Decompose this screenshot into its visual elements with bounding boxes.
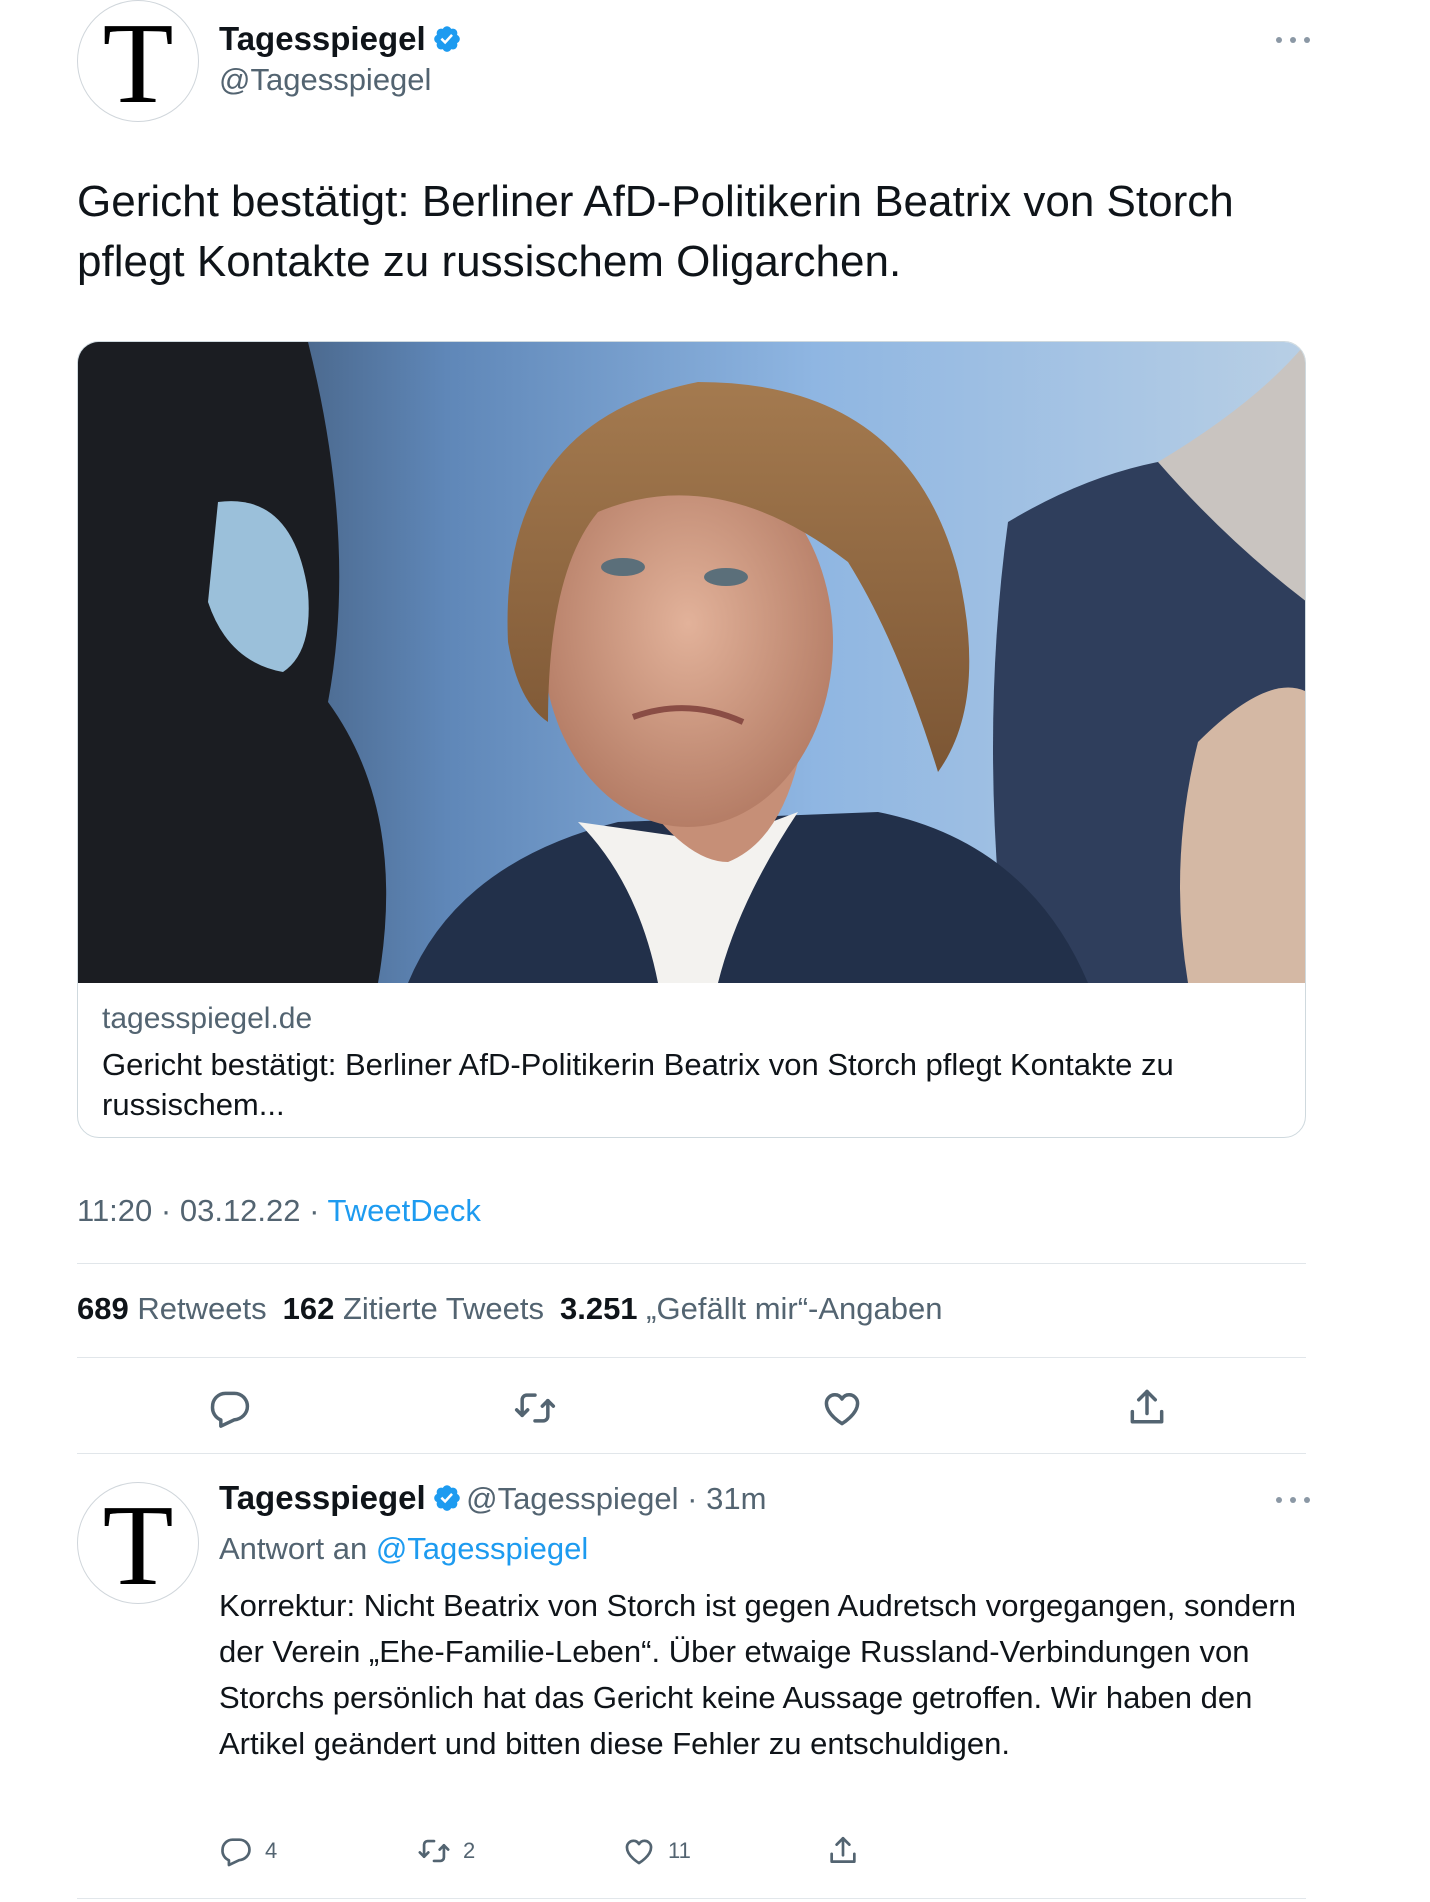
retweet-icon [418,1839,450,1863]
reply-icon [221,1838,251,1867]
retweet-count: 2 [463,1838,476,1863]
heart-icon [824,1393,860,1426]
retweets-count: 689 [77,1291,129,1326]
divider [77,1453,1306,1454]
share-button[interactable] [1125,1386,1169,1430]
tweet-meta: 11:20 · 03.12.22 · TweetDeck [77,1193,481,1229]
likes-label: „Gefällt mir“-Angaben [646,1291,943,1326]
reply-count: 4 [265,1838,278,1863]
like-count: 11 [668,1838,691,1863]
tweet-time[interactable]: 11:20 [77,1193,152,1228]
reply-mention[interactable]: @Tagesspiegel [376,1531,588,1566]
author-name[interactable]: Tagesspiegel [219,20,462,58]
display-name[interactable]: Tagesspiegel [219,1479,426,1516]
reply-header: Tagesspiegel @Tagesspiegel · 31m [219,1479,766,1517]
retweets-label: Retweets [137,1291,267,1326]
verified-badge-icon [433,26,460,52]
verified-badge-icon [433,1485,460,1511]
reply-context: Antwort an @Tagesspiegel [219,1531,588,1567]
avatar[interactable]: T [77,0,199,122]
retweets-stat[interactable]: 689 Retweets [77,1291,267,1326]
reply-prefix: Antwort an [219,1531,368,1566]
quotes-stat[interactable]: 162 Zitierte Tweets [283,1291,544,1326]
reply-text: Korrektur: Nicht Beatrix von Storch ist … [219,1588,1296,1761]
tweet-text: Gericht bestätigt: Berliner AfD-Politike… [77,177,1234,286]
retweet-button[interactable]: 2 [417,1833,475,1869]
divider [77,1898,1306,1899]
author-handle[interactable]: @Tagesspiegel [219,62,431,98]
reply-button[interactable] [208,1386,252,1430]
separator-dot: · [678,1481,707,1516]
likes-stat[interactable]: 3.251 „Gefällt mir“-Angaben [560,1291,943,1326]
avatar-letter: T [102,1482,174,1604]
share-button[interactable] [826,1833,872,1869]
reply-icon [210,1391,250,1428]
avatar-letter: T [102,0,174,122]
display-name[interactable]: Tagesspiegel [219,20,426,57]
separator-dot: · [300,1193,328,1228]
card-domain: tagesspiegel.de [102,1002,313,1035]
share-icon [830,1836,856,1863]
avatar[interactable]: T [77,1482,199,1604]
card-title: Gericht bestätigt: Berliner AfD-Politike… [102,1047,1174,1122]
more-icon[interactable] [1276,35,1312,45]
tweet-stats: 689 Retweets 162 Zitierte Tweets 3.251 „Ge… [77,1291,943,1327]
likes-count: 3.251 [559,1291,638,1326]
share-icon [1130,1389,1164,1424]
tweet-source[interactable]: TweetDeck [328,1193,481,1228]
separator-dot: · [152,1193,180,1228]
tweet-date[interactable]: 03.12.22 [180,1193,301,1228]
more-icon[interactable] [1276,1495,1312,1505]
quotes-count: 162 [282,1291,335,1326]
retweet-button[interactable] [513,1386,557,1430]
heart-icon [625,1839,653,1865]
like-button[interactable]: 11 [622,1833,691,1869]
article-image[interactable] [78,342,1306,983]
reply-button[interactable]: 4 [219,1833,277,1869]
divider [77,1263,1306,1264]
divider [77,1357,1306,1358]
author-handle[interactable]: @Tagesspiegel [466,1481,678,1516]
tweet-time-ago[interactable]: 31m [706,1481,766,1516]
retweet-icon [514,1393,556,1423]
like-button[interactable] [820,1386,864,1430]
link-card[interactable]: tagesspiegel.de Gericht bestätigt: Berli… [77,341,1306,1138]
quotes-label: Zitierte Tweets [342,1291,544,1326]
